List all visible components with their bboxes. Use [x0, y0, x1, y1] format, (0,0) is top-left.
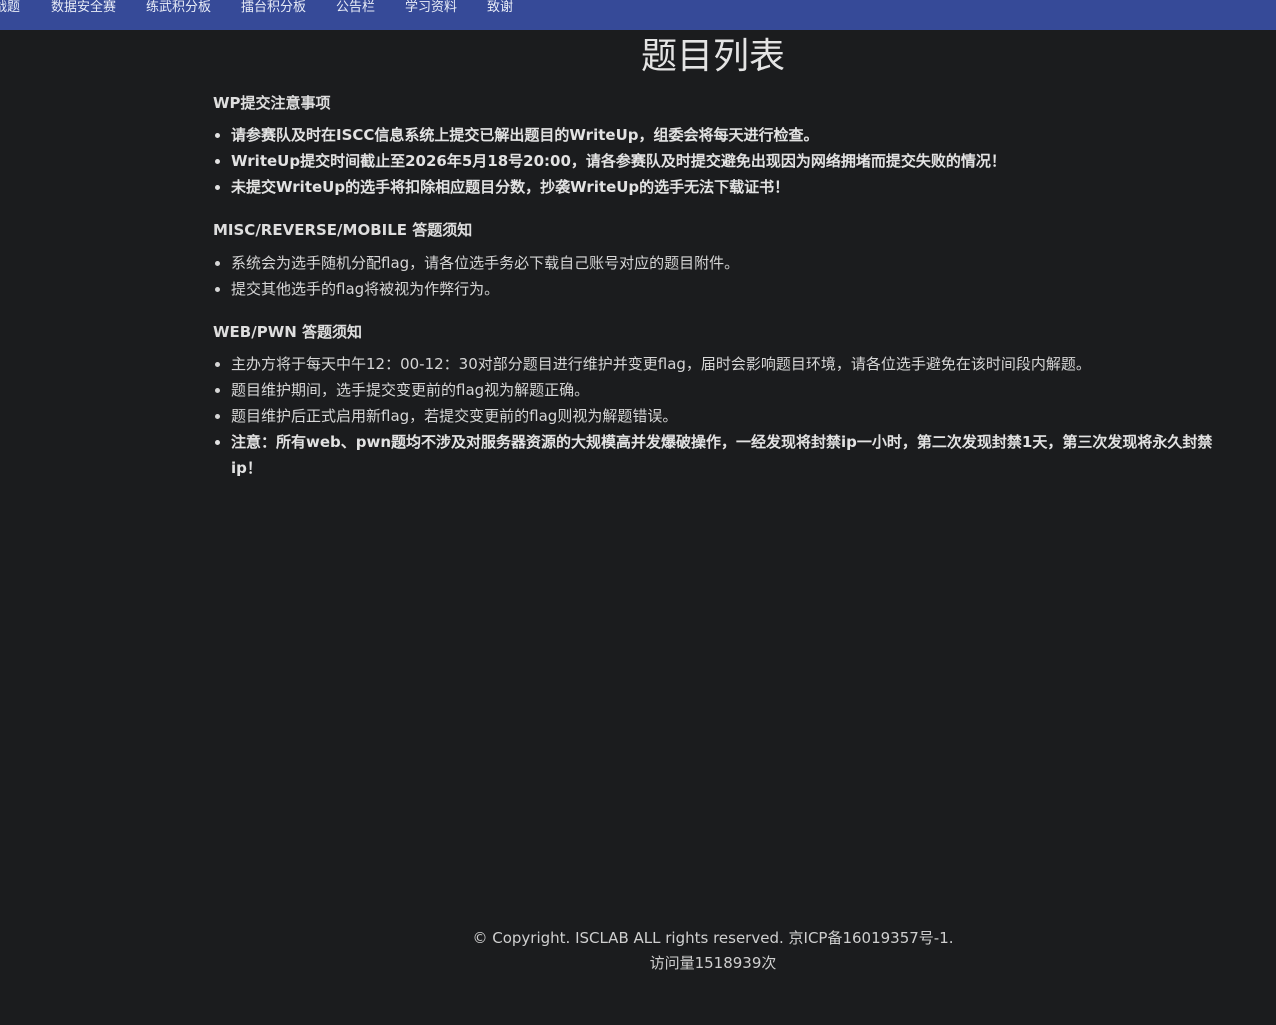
list-item: 请参赛队及时在ISCC信息系统上提交已解出题目的WriteUp，组委会将每天进行…	[231, 122, 1236, 148]
footer-visit-counter: 访问量1518939次	[649, 954, 777, 972]
notice-list-misc: 系统会为选手随机分配flag，请各位选手务必下载自己账号对应的题目附件。 提交其…	[213, 250, 1236, 302]
list-item: 题目维护期间，选手提交变更前的flag视为解题正确。	[231, 377, 1236, 403]
page-title: 题目列表	[640, 36, 785, 77]
nav-item-arena-scoreboard[interactable]: 擂台积分板	[241, 0, 306, 16]
section-heading-wp: WP提交注意事项	[213, 94, 331, 112]
nav-item-learning-materials[interactable]: 学习资料	[405, 0, 457, 16]
list-item: 提交其他选手的flag将被视为作弊行为。	[231, 276, 1236, 302]
nav-item-data-security[interactable]: 数据安全赛	[51, 0, 116, 16]
section-heading-misc: MISC/REVERSE/MOBILE 答题须知	[213, 221, 473, 239]
list-item: 主办方将于每天中午12：00-12：30对部分题目进行维护并变更flag，届时会…	[231, 351, 1236, 377]
footer-copyright: © Copyright. ISCLAB ALL rights reserved.…	[472, 929, 954, 947]
list-item: 未提交WriteUp的选手将扣除相应题目分数，抄袭WriteUp的选手无法下载证…	[231, 174, 1236, 200]
notice-list-wp: 请参赛队及时在ISCC信息系统上提交已解出题目的WriteUp，组委会将每天进行…	[213, 122, 1236, 200]
nav-item-acknowledgements[interactable]: 致谢	[487, 0, 513, 16]
list-item: WriteUp提交时间截止至2026年5月18号20:00，请各参赛队及时提交避…	[231, 148, 1236, 174]
notice-list-web: 主办方将于每天中午12：00-12：30对部分题目进行维护并变更flag，届时会…	[213, 351, 1236, 481]
top-navbar: 战题 数据安全赛 练武积分板 擂台积分板 公告栏 学习资料 致谢	[0, 0, 1276, 30]
section-heading-web: WEB/PWN 答题须知	[213, 323, 363, 341]
list-item: 注意：所有web、pwn题均不涉及对服务器资源的大规模高并发爆破操作，一经发现将…	[231, 429, 1236, 481]
footer: © Copyright. ISCLAB ALL rights reserved.…	[0, 926, 1276, 976]
nav-item-challenges[interactable]: 战题	[0, 0, 20, 16]
nav-item-practice-scoreboard[interactable]: 练武积分板	[146, 0, 211, 16]
nav-item-announcements[interactable]: 公告栏	[336, 0, 375, 16]
list-item: 题目维护后正式启用新flag，若提交变更前的flag则视为解题错误。	[231, 403, 1236, 429]
list-item: 系统会为选手随机分配flag，请各位选手务必下载自己账号对应的题目附件。	[231, 250, 1236, 276]
